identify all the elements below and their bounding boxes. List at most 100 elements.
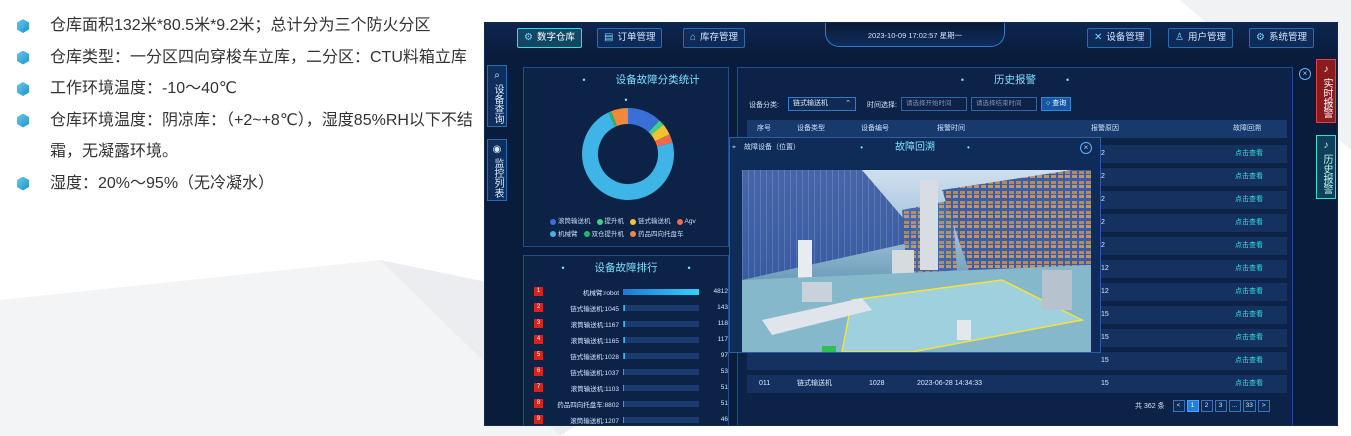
query-button[interactable]: ○ 查询 [1041,97,1072,111]
rank-value: 143 [717,304,728,311]
rank-bar [623,368,699,375]
view-link[interactable]: 点击查看 [1235,260,1263,278]
nav-inventory-mgmt[interactable]: ⌂ 库存管理 [683,28,746,48]
view-link[interactable]: 点击查看 [1235,168,1263,186]
bike-icon: ⚙ [524,32,533,43]
chart-legend: 滚筒输送机 提升机 链式输送机 Agv 机械臂 双仓提升机 药品四向托盘车 [550,216,720,241]
rank-device-name: 滚筒输送机:1207 [570,417,619,425]
donut-slice [648,120,664,135]
rank-device-name: 滚筒输送机:1167 [570,321,619,329]
rank-bar [623,384,699,391]
page-33[interactable]: 33 [1242,400,1256,412]
page-next[interactable]: > [1257,400,1270,412]
view-link[interactable]: 点击查看 [1235,283,1263,301]
view-link[interactable]: 点击查看 [1235,237,1263,255]
document-icon: ▤ [604,32,614,43]
legend-item: 链式输送机 [630,216,671,227]
datetime-display: 2023-10-09 17:02:57 星期一 [825,23,1005,47]
rank-value: 51 [720,400,728,407]
rank-number: 2 [534,303,543,312]
rank-number: 7 [534,383,543,392]
rank-row: 8 药品四向托盘车:8802 51 [534,396,734,411]
hexagon-bullet-icon [16,114,30,128]
rank-device-name: 滚筒输送机:1103 [570,385,619,393]
tab-monitor-list[interactable]: ◉ 监控列表 [487,139,507,201]
alarm-reason: 2 [1101,196,1105,203]
legend-item: 提升机 [596,216,624,227]
rank-bar [623,400,699,407]
nav-order-mgmt[interactable]: ▤ 订单管理 [597,28,663,48]
page-ellipsis: ... [1228,400,1241,412]
warehouse-icon: ⌂ [690,32,697,43]
bullet-item: 仓库类型：一分区四向穿梭车立库，二分区：CTU料箱立库 [14,42,476,74]
legend-dot [550,218,556,225]
rank-row: 6 链式输送机:1037 53 [534,364,734,379]
rank-device-name: 机械臂:robot [582,289,619,297]
rank-number: 8 [534,399,543,408]
view-link[interactable]: 点击查看 [1235,145,1263,163]
rank-row: 3 滚筒输送机:1167 118 [534,316,734,331]
fault-category-donut [582,108,674,200]
page-3[interactable]: 3 [1214,400,1227,412]
alarm-reason: 15 [1101,311,1109,318]
hexagon-bullet-icon [16,51,30,65]
start-time-input[interactable]: 请选择开始时间 [901,97,967,111]
table-row: 011 链式输送机 1028 2023-06-28 14:34:33 15 点击… [747,375,1287,393]
hexagon-bullet-icon [16,82,30,96]
close-icon[interactable]: × [1080,142,1092,154]
donut-slice [655,134,673,147]
hexagon-bullet-icon [16,19,30,33]
alarm-reason: 2 [1101,173,1105,180]
close-icon[interactable]: × [1299,68,1311,80]
rank-bar-fill [623,352,625,359]
rank-device-name: 链式输送机:1028 [570,353,619,361]
nav-system-mgmt[interactable]: ⚙ 系统管理 [1249,28,1314,48]
rank-bar-fill [623,368,625,375]
bullet-item: 仓库环境温度：阴凉库：（+2~+8℃），湿度85%RH以下不结霜，无凝露环境。 [14,105,476,168]
rank-value: 53 [720,368,728,375]
view-link[interactable]: 点击查看 [1235,306,1263,324]
view-link[interactable]: 点击查看 [1235,329,1263,347]
legend-item: Agv [676,216,696,227]
view-link[interactable]: 点击查看 [1235,191,1263,209]
nav-device-mgmt[interactable]: ✕ 设备管理 [1087,28,1152,48]
page-2[interactable]: 2 [1200,400,1213,412]
table-header: 序号 设备类型 设备编号 报警时间 报警原因 故障回溯 [747,120,1287,138]
rank-bar [623,352,699,359]
view-link[interactable]: 点击查看 [1235,375,1263,393]
nav-user-mgmt[interactable]: ♙ 用户管理 [1168,28,1233,48]
view-link[interactable]: 点击查看 [1235,214,1263,232]
bullet-item: 工作环境温度：-10～40℃ [14,73,476,105]
time-select-label: 时间选择: [867,102,897,109]
warehouse-3d-image [742,170,1091,352]
rank-bar [623,336,699,343]
alarm-reason: 12 [1101,288,1109,295]
tab-realtime-alarm[interactable]: ♪ 实时报警 [1316,59,1336,123]
legend-dot [630,231,636,237]
device-category-select[interactable]: 链式输送机 ⌃ [788,97,856,111]
rank-row: 5 链式输送机:1028 97 [534,348,734,363]
view-link[interactable]: 点击查看 [1235,352,1263,370]
tab-device-query[interactable]: ⌕ 设备查询 [487,65,507,127]
nav-digital-warehouse[interactable]: ⚙ 数字仓库 [517,28,582,48]
legend-dot [596,218,603,225]
user-icon: ♙ [1175,32,1184,43]
donut-slice [608,111,618,127]
donut-slice [650,124,670,142]
pagination: 共 362 条 < 1 2 3 ... 33 > [1135,400,1270,412]
rank-row: 9 滚筒输送机:1207 46 [534,412,734,425]
rank-bar-fill [623,336,625,343]
warehouse-3d-scene [742,170,1091,352]
rank-row: 4 滚筒输送机:1165 117 [534,332,734,347]
search-icon: ○ [1046,100,1051,107]
panel-title: 设备故障分类统计 [524,70,728,90]
donut-slice [627,108,660,133]
tab-history-alarm[interactable]: ♪ 历史报警 [1316,135,1336,199]
legend-item: 机械臂 [550,229,578,240]
camera-icon: ◉ [492,144,502,155]
page-prev[interactable]: < [1172,400,1185,412]
fault-category-panel: 设备故障分类统计 滚筒输送机提升机链式输送机 Agv 机械臂双仓提升机药品四向托盘车 [523,67,729,247]
legend-item: 滚筒输送机 [550,216,591,227]
end-time-input[interactable]: 请选择结束时间 [971,97,1037,111]
page-1[interactable]: 1 [1186,400,1199,412]
